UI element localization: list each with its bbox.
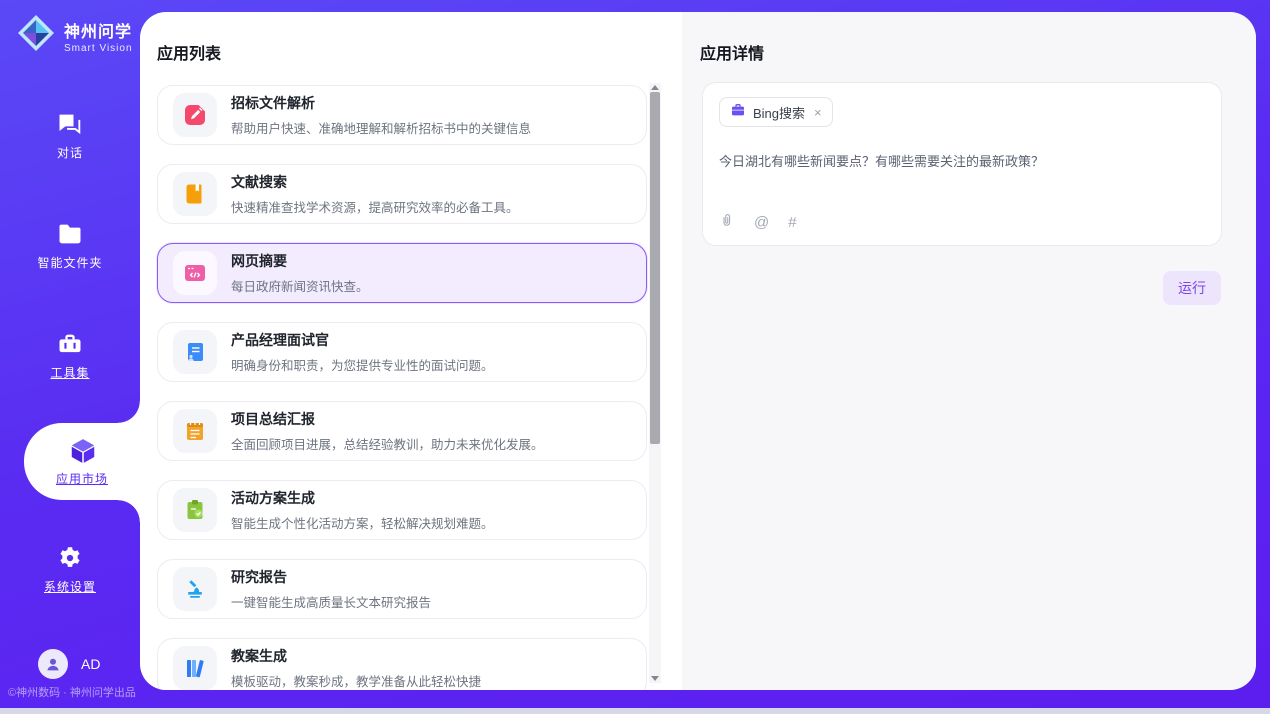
gear-icon	[56, 544, 84, 572]
app-card-description: 模板驱动，教案秒成，教学准备从此轻松快捷	[231, 671, 481, 690]
sidebar-item-label: 应用市场	[56, 472, 108, 486]
sidebar-item-app-market-active[interactable]: 应用市场	[24, 423, 140, 500]
scroll-down-arrow-icon[interactable]	[651, 676, 659, 681]
browser-code-icon	[173, 251, 217, 295]
avatar	[38, 649, 68, 679]
chat-icon	[56, 110, 84, 138]
cube-icon	[68, 436, 96, 464]
sidebar-item-label: 智能文件夹	[37, 256, 102, 270]
app-card[interactable]: 产品经理面试官 明确身份和职责，为您提供专业性的面试问题。	[157, 322, 647, 382]
scrollbar-thumb[interactable]	[650, 92, 660, 444]
sidebar-item-chat[interactable]: 对话	[0, 110, 140, 162]
sidebar-item-label: 系统设置	[44, 580, 96, 594]
user-profile[interactable]: AD	[38, 649, 100, 679]
scroll-up-arrow-icon[interactable]	[651, 85, 659, 90]
user-name: AD	[81, 656, 100, 672]
prompt-input[interactable]: 今日湖北有哪些新闻要点？有哪些需要关注的最新政策？	[719, 151, 1199, 170]
interviewer-doc-icon	[173, 330, 217, 374]
folder-icon	[56, 220, 84, 248]
app-card-title: 研究报告	[231, 567, 431, 587]
sidebar-item-system-settings[interactable]: 系统设置	[0, 544, 140, 596]
copyright-text: ©神州数码 · 神州问学出品	[8, 684, 136, 700]
sidebar: 神州问学 Smart Vision 对话 智能文件夹	[0, 0, 140, 708]
app-card-description: 帮助用户快速、准确地理解和解析招标书中的关键信息	[231, 118, 531, 137]
app-list-title: 应用列表	[157, 40, 221, 64]
app-card-list: 招标文件解析 帮助用户快速、准确地理解和解析招标书中的关键信息 文献搜索 快速精…	[157, 85, 647, 690]
app-card-title: 招标文件解析	[231, 93, 531, 113]
sidebar-item-label: 工具集	[50, 366, 89, 380]
list-scrollbar[interactable]	[649, 83, 661, 683]
close-icon[interactable]: ×	[814, 105, 822, 120]
run-button[interactable]: 运行	[1163, 271, 1221, 305]
app-card-description: 每日政府新闻资讯快查。	[231, 276, 369, 295]
hash-icon[interactable]: #	[788, 214, 796, 231]
brand-name: 神州问学	[64, 18, 133, 42]
app-card[interactable]: 文献搜索 快速精准查找学术资源，提高研究效率的必备工具。	[157, 164, 647, 224]
app-card-title: 网页摘要	[231, 251, 369, 271]
app-card-title: 文献搜索	[231, 172, 519, 192]
microscope-icon	[173, 567, 217, 611]
brand-subtitle: Smart Vision	[64, 43, 133, 54]
books-icon	[173, 646, 217, 690]
main-content: 应用列表 招标文件解析 帮助用户快速、准确地理解和解析招标书中的关键信息	[140, 12, 1256, 690]
app-card-description: 快速精准查找学术资源，提高研究效率的必备工具。	[231, 197, 519, 216]
clipboard-check-icon	[173, 488, 217, 532]
sidebar-item-label: 对话	[57, 146, 83, 160]
app-card-title: 活动方案生成	[231, 488, 494, 508]
composer-toolbar: @ #	[719, 211, 797, 234]
tool-chip-label: Bing搜索	[753, 103, 805, 122]
app-card[interactable]: 教案生成 模板驱动，教案秒成，教学准备从此轻松快捷	[157, 638, 647, 690]
prompt-card: Bing搜索 × 今日湖北有哪些新闻要点？有哪些需要关注的最新政策？ @ #	[702, 82, 1222, 246]
notepad-icon	[173, 409, 217, 453]
edit-icon	[173, 93, 217, 137]
paperclip-icon[interactable]	[719, 211, 735, 234]
app-card-description: 一键智能生成高质量长文本研究报告	[231, 592, 431, 611]
brand-logo: 神州问学 Smart Vision	[16, 13, 133, 58]
mention-icon[interactable]: @	[754, 214, 769, 231]
app-card[interactable]: 活动方案生成 智能生成个性化活动方案，轻松解决规划难题。	[157, 480, 647, 540]
app-frame: 神州问学 Smart Vision 对话 智能文件夹	[0, 0, 1270, 708]
app-card-description: 明确身份和职责，为您提供专业性的面试问题。	[231, 355, 494, 374]
toolbox-icon	[56, 330, 84, 358]
app-detail-panel: 应用详情 Bing搜索 × 今日湖北有哪些新闻要点？有哪些需要关注的最新政策？	[682, 12, 1256, 690]
app-list-panel: 应用列表 招标文件解析 帮助用户快速、准确地理解和解析招标书中的关键信息	[140, 12, 682, 690]
app-detail-title: 应用详情	[700, 40, 764, 64]
tool-chip-bing-search[interactable]: Bing搜索 ×	[719, 97, 833, 127]
app-card[interactable]: 招标文件解析 帮助用户快速、准确地理解和解析招标书中的关键信息	[157, 85, 647, 145]
briefcase-icon	[730, 102, 746, 123]
app-card-description: 全面回顾项目进展，总结经验教训，助力未来优化发展。	[231, 434, 544, 453]
sidebar-item-toolset[interactable]: 工具集	[0, 330, 140, 382]
app-card-title: 项目总结汇报	[231, 409, 544, 429]
app-card-title: 产品经理面试官	[231, 330, 494, 350]
app-card-selected[interactable]: 网页摘要 每日政府新闻资讯快查。	[157, 243, 647, 303]
app-card[interactable]: 项目总结汇报 全面回顾项目进展，总结经验教训，助力未来优化发展。	[157, 401, 647, 461]
sidebar-item-smart-folder[interactable]: 智能文件夹	[0, 220, 140, 272]
book-icon	[173, 172, 217, 216]
diamond-logo-icon	[16, 13, 56, 58]
app-card[interactable]: 研究报告 一键智能生成高质量长文本研究报告	[157, 559, 647, 619]
app-card-title: 教案生成	[231, 646, 481, 666]
app-card-description: 智能生成个性化活动方案，轻松解决规划难题。	[231, 513, 494, 532]
